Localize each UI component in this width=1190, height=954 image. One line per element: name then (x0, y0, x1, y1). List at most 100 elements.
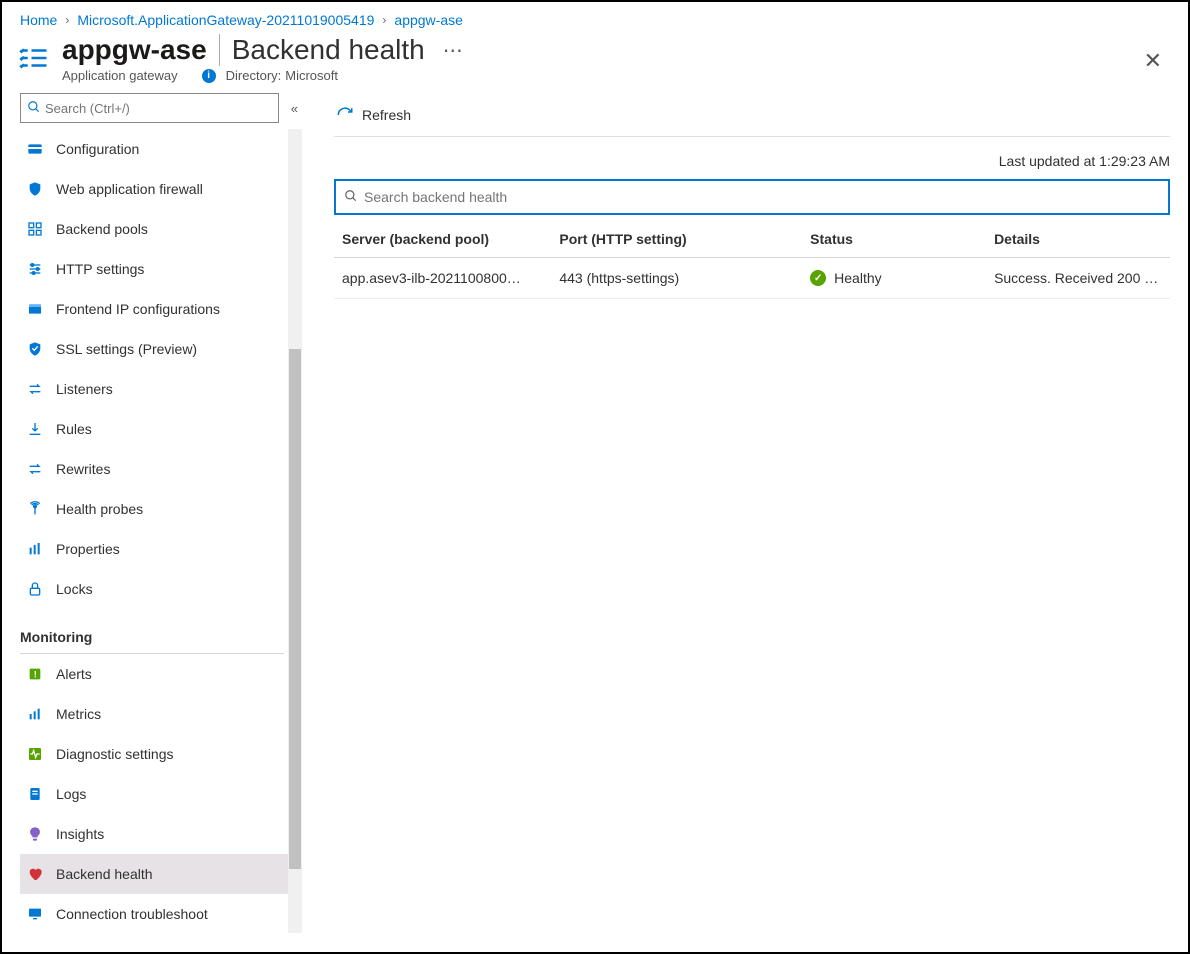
sidebar-item-label: Web application firewall (56, 181, 203, 197)
alert-icon: ! (26, 665, 44, 683)
bulb-icon (26, 825, 44, 843)
table-row[interactable]: app.asev3-ilb-2021100800… 443 (https-set… (334, 258, 1170, 299)
breadcrumb-group[interactable]: Microsoft.ApplicationGateway-20211019005… (77, 12, 374, 28)
sidebar-item-ssl[interactable]: SSL settings (Preview) (20, 329, 292, 369)
more-actions-icon[interactable]: ⋯ (437, 38, 469, 63)
page-title: appgw-ase (62, 34, 207, 66)
svg-text:!: ! (34, 669, 37, 679)
sidebar-item-label: Backend health (56, 866, 153, 882)
resource-type-label: Application gateway (62, 68, 178, 83)
main-content: Refresh Last updated at 1:29:23 AM Serve… (302, 93, 1188, 933)
heart-icon (26, 865, 44, 883)
directory-label: Directory: (226, 68, 282, 83)
chart-icon (26, 705, 44, 723)
search-icon (344, 189, 358, 206)
sidebar-item-label: Diagnostic settings (56, 746, 174, 762)
sidebar-item-label: Configuration (56, 141, 139, 157)
sidebar-search[interactable] (20, 93, 279, 123)
resource-icon (16, 40, 52, 76)
table-header-row: Server (backend pool) Port (HTTP setting… (334, 221, 1170, 258)
sidebar-item-frontend-ip[interactable]: Frontend IP configurations (20, 289, 292, 329)
col-status[interactable]: Status (802, 221, 986, 258)
filter-search[interactable] (334, 179, 1170, 215)
sidebar-item-rewrites[interactable]: Rewrites (20, 449, 292, 489)
col-server[interactable]: Server (backend pool) (334, 221, 551, 258)
col-details[interactable]: Details (986, 221, 1170, 258)
sidebar-item-http-settings[interactable]: HTTP settings (20, 249, 292, 289)
title-separator (219, 34, 220, 66)
broadcast-icon (26, 500, 44, 518)
sidebar-item-diagnostic[interactable]: Diagnostic settings (20, 734, 292, 774)
search-icon (27, 100, 41, 117)
sidebar-search-input[interactable] (41, 101, 272, 116)
info-icon[interactable]: i (202, 69, 216, 83)
sidebar-item-listeners[interactable]: Listeners (20, 369, 292, 409)
page-header: appgw-ase Backend health ⋯ Application g… (2, 34, 1188, 93)
sidebar: « Configuration Web application firewall… (2, 93, 302, 933)
card-icon (26, 140, 44, 158)
page-subtitle: Backend health (232, 34, 425, 66)
refresh-button[interactable]: Refresh (334, 102, 413, 128)
sidebar-item-label: Connection troubleshoot (56, 906, 208, 922)
cell-server: app.asev3-ilb-2021100800… (334, 258, 551, 299)
sidebar-item-rules[interactable]: Rules (20, 409, 292, 449)
sidebar-item-logs[interactable]: Logs (20, 774, 292, 814)
sidebar-item-label: Locks (56, 581, 93, 597)
shield-check-icon (26, 340, 44, 358)
sidebar-item-metrics[interactable]: Metrics (20, 694, 292, 734)
breadcrumb-resource[interactable]: appgw-ase (394, 12, 463, 28)
sidebar-scroll: Configuration Web application firewall B… (20, 129, 302, 933)
sidebar-item-label: Insights (56, 826, 104, 842)
sidebar-item-label: SSL settings (Preview) (56, 341, 197, 357)
cell-details: Success. Received 200 st… (986, 258, 1170, 299)
refresh-icon (336, 106, 354, 124)
sliders-icon (26, 260, 44, 278)
filter-input[interactable] (364, 189, 1160, 205)
sidebar-item-label: Metrics (56, 706, 101, 722)
sidebar-item-backend-health[interactable]: Backend health (20, 854, 292, 894)
arrows-icon (26, 380, 44, 398)
sidebar-item-label: Alerts (56, 666, 92, 682)
scrollbar-thumb[interactable] (289, 349, 301, 869)
breadcrumb: Home › Microsoft.ApplicationGateway-2021… (2, 2, 1188, 34)
sidebar-item-label: Rewrites (56, 461, 110, 477)
logs-icon (26, 785, 44, 803)
bars-icon (26, 540, 44, 558)
sidebar-item-label: HTTP settings (56, 261, 144, 277)
breadcrumb-home[interactable]: Home (20, 12, 57, 28)
sidebar-item-insights[interactable]: Insights (20, 814, 292, 854)
monitor-icon (26, 905, 44, 923)
col-port[interactable]: Port (HTTP setting) (551, 221, 802, 258)
sidebar-item-configuration[interactable]: Configuration (20, 129, 292, 169)
sidebar-item-backend-pools[interactable]: Backend pools (20, 209, 292, 249)
sidebar-item-label: Listeners (56, 381, 113, 397)
chevron-right-icon: › (65, 13, 69, 27)
sidebar-item-probes[interactable]: Health probes (20, 489, 292, 529)
window-icon (26, 300, 44, 318)
close-icon[interactable]: ✕ (1136, 44, 1170, 78)
sidebar-item-label: Frontend IP configurations (56, 301, 220, 317)
download-icon (26, 420, 44, 438)
sidebar-item-locks[interactable]: Locks (20, 569, 292, 609)
toolbar: Refresh (334, 93, 1170, 137)
sidebar-item-label: Rules (56, 421, 92, 437)
lock-icon (26, 580, 44, 598)
backend-health-table: Server (backend pool) Port (HTTP setting… (334, 221, 1170, 299)
chevron-right-icon: › (382, 13, 386, 27)
sidebar-item-waf[interactable]: Web application firewall (20, 169, 292, 209)
refresh-label: Refresh (362, 107, 411, 123)
cell-status: ✓ Healthy (802, 258, 986, 299)
sidebar-item-label: Health probes (56, 501, 143, 517)
sidebar-scrollbar[interactable] (288, 129, 302, 933)
sidebar-item-label: Logs (56, 786, 86, 802)
status-text: Healthy (834, 270, 881, 286)
sidebar-item-label: Backend pools (56, 221, 148, 237)
collapse-sidebar-icon[interactable]: « (287, 97, 302, 120)
pulse-icon (26, 745, 44, 763)
sidebar-item-label: Properties (56, 541, 120, 557)
swap-icon (26, 460, 44, 478)
grid-icon (26, 220, 44, 238)
sidebar-item-alerts[interactable]: ! Alerts (20, 654, 292, 694)
sidebar-item-properties[interactable]: Properties (20, 529, 292, 569)
sidebar-item-connection-troubleshoot[interactable]: Connection troubleshoot (20, 894, 292, 933)
